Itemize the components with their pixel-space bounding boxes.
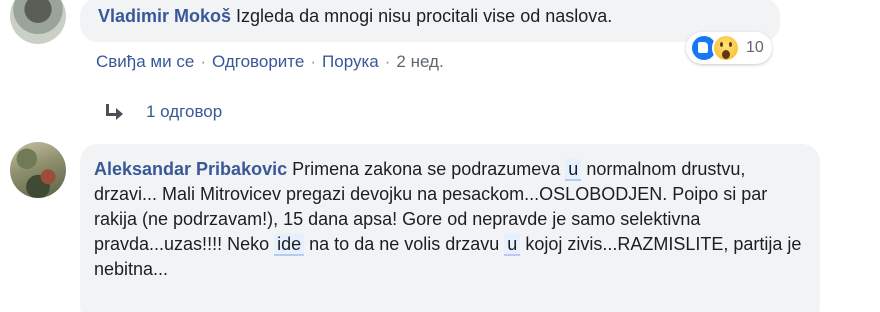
comment-author-link[interactable]: Vladimir Mokoš	[98, 6, 231, 26]
avatar[interactable]	[10, 0, 66, 44]
comment-bubble: Vladimir Mokoš Izgleda da mnogi nisu pro…	[80, 0, 780, 42]
comment-author-link[interactable]: Aleksandar Pribakovic	[94, 159, 287, 179]
highlighted-word[interactable]: u	[504, 234, 521, 256]
comment-bubble: Aleksandar Pribakovic Primena zakona se …	[80, 144, 820, 312]
separator: ·	[384, 52, 391, 71]
reaction-count: 10	[746, 39, 764, 56]
comment-body: Aleksandar Pribakovic Primena zakona se …	[94, 157, 806, 282]
highlighted-word[interactable]: u	[565, 159, 582, 181]
comment-text: na to da ne volis drzavu	[309, 234, 500, 254]
reactions-summary[interactable]: 10	[686, 32, 772, 64]
comment-text: Izgleda da mnogi nisu procitali vise od …	[236, 6, 613, 26]
avatar[interactable]	[10, 142, 66, 198]
wow-icon	[712, 34, 740, 62]
reply-arrow-icon	[104, 104, 124, 120]
view-replies-link[interactable]: 1 одговор	[104, 102, 222, 122]
like-button[interactable]: Свиђа ми се	[96, 52, 194, 72]
message-button[interactable]: Порука	[322, 52, 379, 72]
separator: ·	[200, 52, 206, 71]
comments-section: Vladimir Mokoš Izgleda da mnogi nisu pro…	[0, 0, 880, 312]
reply-button[interactable]: Одговорите	[212, 52, 304, 72]
comment-body: Vladimir Mokoš Izgleda da mnogi nisu pro…	[98, 4, 612, 29]
highlighted-word[interactable]: ide	[274, 234, 305, 256]
comment-actions: Свиђа ми се · Одговорите · Порука · 2 не…	[96, 52, 444, 72]
separator: ·	[310, 52, 317, 71]
replies-count-label: 1 одговор	[146, 102, 223, 121]
comment-timestamp[interactable]: 2 нед.	[396, 52, 443, 72]
comment-text: Primena zakona se podrazumeva	[292, 159, 561, 179]
